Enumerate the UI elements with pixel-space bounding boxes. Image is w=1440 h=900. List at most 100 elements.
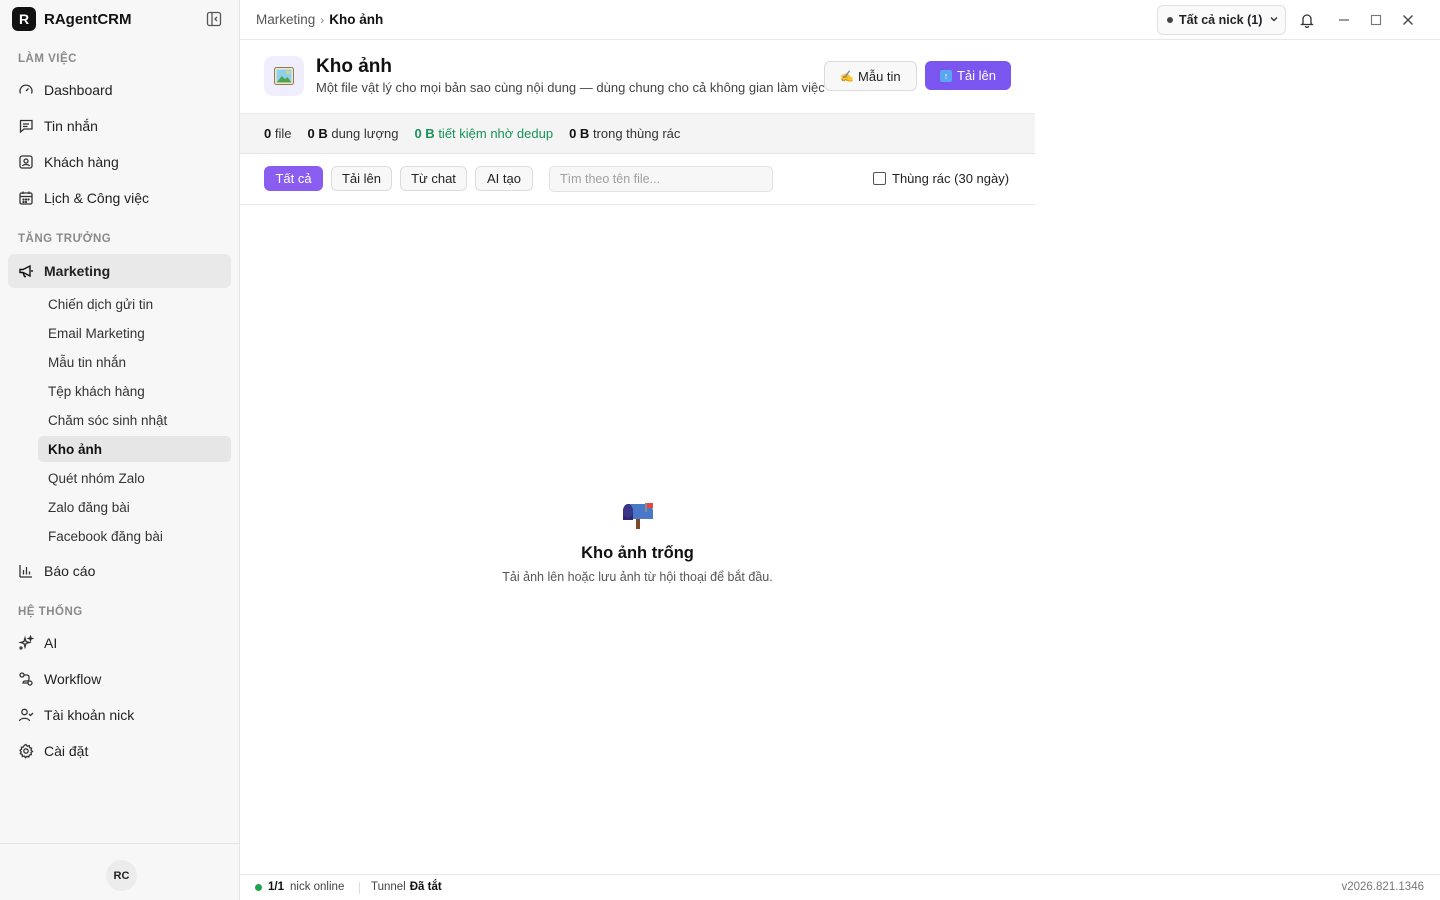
breadcrumb: Marketing › Kho ảnh <box>256 12 383 27</box>
stats-bar: 0 file 0 B dung lượng 0 B tiết kiệm nhờ … <box>240 113 1035 154</box>
message-icon <box>18 118 34 134</box>
template-button-label: Mẫu tin <box>858 68 901 84</box>
upload-button-label: Tải lên <box>956 68 997 83</box>
sidebar-item-label: Tin nhắn <box>44 118 98 134</box>
trash-toggle-label: Thùng rác (30 ngày) <box>892 171 1010 186</box>
avatar[interactable]: RC <box>106 860 137 891</box>
page-subtitle: Một file vật lý cho mọi bản sao cùng nội… <box>316 80 825 95</box>
sidebar-item-ai[interactable]: AI <box>8 626 231 660</box>
sidebar-item-label: Tài khoản nick <box>44 707 135 723</box>
close-icon[interactable] <box>1399 11 1417 29</box>
sidebar-item-customers[interactable]: Khách hàng <box>8 145 231 179</box>
sidebar-item-messages[interactable]: Tin nhắn <box>8 109 231 143</box>
writing-hand-icon: ✍️ <box>840 70 855 83</box>
sidebar-item-calendar[interactable]: Lịch & Công việc <box>8 181 231 215</box>
app-version: v2026.821.1346 <box>1341 881 1425 893</box>
sidebar-item-label: Khách hàng <box>44 154 119 170</box>
sidebar-item-workflow[interactable]: Workflow <box>8 662 231 696</box>
filter-tab-from-chat[interactable]: Từ chat <box>400 166 467 191</box>
sidebar-subitem-customer-files[interactable]: Tệp khách hàng <box>38 378 231 404</box>
tunnel-label: Tunnel <box>371 881 406 893</box>
sidebar-subitem-facebook-post[interactable]: Facebook đăng bài <box>38 523 231 549</box>
section-label-work: LÀM VIỆC <box>18 53 77 65</box>
sidebar-subitem-email-marketing[interactable]: Email Marketing <box>38 320 231 346</box>
sidebar-subitem-birthday-care[interactable]: Chăm sóc sinh nhật <box>38 407 231 433</box>
sidebar-footer: RC <box>0 843 240 900</box>
online-label: nick online <box>290 881 345 893</box>
sidebar-item-label: AI <box>44 635 58 651</box>
trash-toggle[interactable]: Thùng rác (30 ngày) <box>873 171 1009 186</box>
filter-tab-ai-generated[interactable]: AI tạo <box>475 166 533 191</box>
sidebar-item-label: Báo cáo <box>44 563 96 579</box>
sidebar-item-label: Marketing <box>44 263 111 279</box>
bar-chart-icon <box>18 563 34 579</box>
filter-tab-uploaded[interactable]: Tải lên <box>331 166 392 191</box>
minimize-icon[interactable] <box>1335 11 1353 29</box>
nick-select[interactable]: Tất cả nick (1) <box>1157 5 1286 35</box>
stat-size: 0 B dung lượng <box>307 126 399 141</box>
workflow-icon <box>18 671 34 687</box>
online-status: 1/1 nick online <box>255 881 344 893</box>
maximize-icon[interactable] <box>1367 11 1385 29</box>
section-label-growth: TĂNG TRƯỞNG <box>18 233 112 245</box>
filter-tab-all[interactable]: Tất cả <box>264 166 323 191</box>
sidebar: R RAgentCRM LÀM VIỆC Dashboard Tin nhắn … <box>0 0 240 900</box>
gauge-icon <box>18 82 34 98</box>
stat-files: 0 file <box>264 126 292 141</box>
contact-card-icon <box>18 154 34 170</box>
tunnel-value: Đã tắt <box>409 881 442 893</box>
sidebar-subitem-image-library[interactable]: Kho ảnh <box>38 436 231 462</box>
nick-select-label: Tất cả nick (1) <box>1179 13 1263 27</box>
mailbox-icon <box>621 500 655 530</box>
chevron-down-icon <box>1269 13 1279 27</box>
up-arrow-icon: ↑ <box>939 69 952 82</box>
sparkles-icon <box>18 635 34 651</box>
sidebar-item-label: Workflow <box>44 671 102 687</box>
sidebar-collapse-icon[interactable] <box>206 11 224 29</box>
page-title: Kho ảnh <box>316 56 392 77</box>
stat-trash: 0 B trong thùng rác <box>569 126 681 141</box>
breadcrumb-parent[interactable]: Marketing <box>256 12 315 27</box>
status-dot-icon <box>1167 17 1173 23</box>
sidebar-item-dashboard[interactable]: Dashboard <box>8 73 231 107</box>
megaphone-icon <box>18 263 34 279</box>
upload-button[interactable]: ↑ Tải lên <box>925 61 1011 90</box>
divider <box>359 882 360 894</box>
breadcrumb-current: Kho ảnh <box>329 12 384 27</box>
gear-icon <box>18 743 34 759</box>
sidebar-item-nick-accounts[interactable]: Tài khoản nick <box>8 698 231 732</box>
sidebar-subitem-message-templates[interactable]: Mẫu tin nhắn <box>38 349 231 375</box>
search-input[interactable] <box>549 166 773 192</box>
sidebar-subitem-campaigns[interactable]: Chiến dịch gửi tin <box>38 291 231 317</box>
empty-state: Kho ảnh trống Tải ảnh lên hoặc lưu ảnh t… <box>240 500 1035 584</box>
sidebar-subitem-zalo-group-scan[interactable]: Quét nhóm Zalo <box>38 465 231 491</box>
sidebar-item-label: Dashboard <box>44 82 113 98</box>
sidebar-subitem-zalo-post[interactable]: Zalo đăng bài <box>38 494 231 520</box>
trash-checkbox[interactable] <box>873 172 886 185</box>
app-name: RAgentCRM <box>44 10 132 28</box>
sidebar-item-label: Cài đặt <box>44 743 89 759</box>
empty-state-description: Tải ảnh lên hoặc lưu ảnh từ hội thoại để… <box>502 570 773 584</box>
app-logo: R <box>12 7 36 31</box>
section-label-system: HỆ THỐNG <box>18 606 83 618</box>
calendar-icon <box>18 190 34 206</box>
user-check-icon <box>18 707 34 723</box>
page-header: Kho ảnh Một file vật lý cho mọi bản sao … <box>240 40 1035 113</box>
sidebar-item-reports[interactable]: Báo cáo <box>8 554 231 588</box>
filter-bar: Tất cả Tải lên Từ chat AI tạo Thùng rác … <box>240 154 1035 205</box>
stat-dedup-saved: 0 B tiết kiệm nhờ dedup <box>414 126 554 141</box>
online-dot-icon <box>255 883 262 891</box>
status-bar: 1/1 nick online Tunnel Đã tắt v2026.821.1… <box>240 874 1440 900</box>
template-button[interactable]: ✍️ Mẫu tin <box>824 61 917 91</box>
empty-state-title: Kho ảnh trống <box>581 544 694 562</box>
sidebar-item-marketing[interactable]: Marketing <box>8 254 231 288</box>
bell-icon[interactable] <box>1298 11 1316 29</box>
sidebar-item-settings[interactable]: Cài đặt <box>8 734 231 768</box>
online-count: 1/1 <box>268 881 284 893</box>
sidebar-item-label: Lịch & Công việc <box>44 190 150 206</box>
picture-icon <box>264 56 304 96</box>
tunnel-status: Tunnel Đã tắt <box>371 881 442 893</box>
chevron-right-icon: › <box>320 12 325 27</box>
topbar: Marketing › Kho ảnh Tất cả nick (1) <box>240 0 1440 40</box>
brand[interactable]: R RAgentCRM <box>12 7 132 31</box>
